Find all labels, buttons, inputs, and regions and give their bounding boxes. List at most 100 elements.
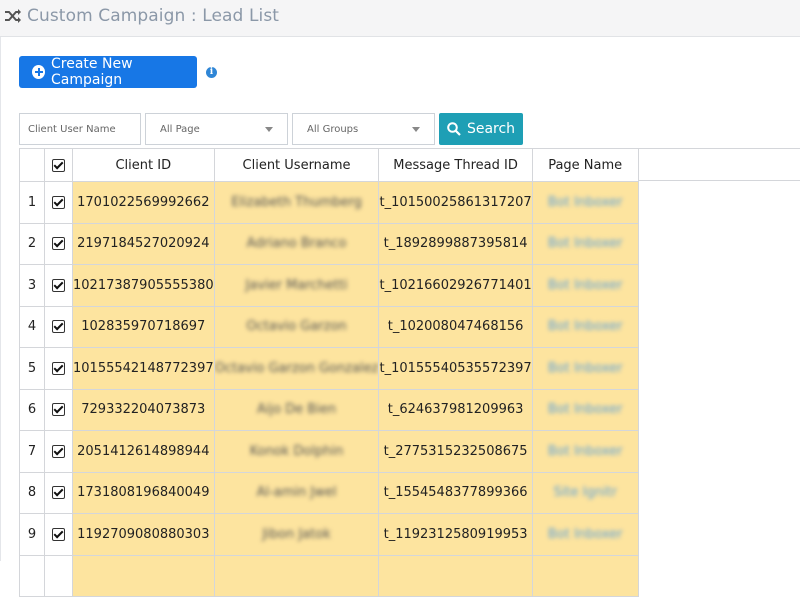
client-username-cell: Octavio Garzon Gonzalez (213, 347, 380, 390)
message-thread-id-header[interactable]: Message Thread ID (378, 148, 533, 182)
checkbox-icon[interactable] (52, 403, 65, 417)
checkbox-icon[interactable] (52, 195, 65, 209)
table-row[interactable]: 9 1192709080880303 Jibon Jatok t_1192312580… (19, 513, 639, 556)
page-name-link[interactable]: Bot Inboxer (548, 527, 623, 542)
create-new-campaign-button[interactable]: Create New Campaign (19, 56, 197, 88)
checkbox-icon[interactable] (52, 320, 65, 334)
client-username-text: Konok Dolphin (249, 443, 344, 459)
page-title: Custom Campaign : Lead List (27, 6, 280, 26)
search-button-label: Search (466, 121, 516, 137)
page-name-link[interactable]: Bot Inboxer (548, 319, 623, 334)
row-checkbox[interactable] (44, 471, 73, 514)
message-thread-id-cell: t_1554548377899366 (378, 471, 533, 514)
page-name-cell[interactable]: Bot Inboxer (531, 430, 639, 473)
message-thread-id-cell: t_2775315232508675 (378, 430, 533, 473)
select-all-checkbox[interactable] (44, 148, 73, 182)
chevron-down-icon (412, 127, 420, 132)
page-name-link[interactable]: Bot Inboxer (548, 444, 623, 459)
info-icon[interactable]: i (206, 67, 217, 78)
page-name-cell (531, 554, 639, 597)
row-number-header (19, 148, 45, 182)
page-name-cell[interactable]: Bot Inboxer (531, 513, 639, 556)
row-number: 7 (19, 430, 45, 473)
client-id-header[interactable]: Client ID (72, 148, 215, 182)
table-row[interactable]: 6 729332204073873 Aijo De Bien t_6246379812… (19, 388, 639, 431)
table-row[interactable] (19, 554, 639, 597)
message-thread-id-cell: t_102008047468156 (378, 305, 533, 348)
message-thread-id-cell: t_10216602926771401 (378, 264, 533, 307)
message-thread-id-cell: t_1892899887395814 (378, 222, 533, 265)
row-number: 8 (19, 471, 45, 514)
table-row[interactable]: 3 10217387905555380 Javier Marchetti t_1021… (19, 264, 639, 307)
client-id-cell: 1731808196840049 (72, 471, 215, 514)
page-name-cell[interactable]: Site Ignitr (531, 471, 639, 514)
client-username-cell: Adriano Branco (213, 222, 380, 265)
row-checkbox[interactable] (44, 347, 73, 390)
page-name-cell[interactable]: Bot Inboxer (531, 347, 639, 390)
page-name-link[interactable]: Bot Inboxer (548, 195, 623, 210)
row-checkbox[interactable] (44, 430, 73, 473)
page-name-link[interactable]: Bot Inboxer (548, 278, 623, 293)
page-name-link[interactable]: Bot Inboxer (548, 236, 623, 251)
table-row[interactable]: 1 1701022569992662 Elizabeth Thumberg t_101… (19, 181, 639, 224)
row-number (19, 554, 45, 597)
client-username-cell: Aijo De Bien (213, 388, 380, 431)
groups-select-value: All Groups (307, 123, 359, 135)
page-name-header[interactable]: Page Name (531, 148, 639, 182)
row-checkbox[interactable] (44, 388, 73, 431)
row-number: 2 (19, 222, 45, 265)
checkbox-icon[interactable] (52, 237, 65, 251)
page-header: Custom Campaign : Lead List (0, 0, 800, 37)
client-id-cell: 10155542148772397 (72, 347, 215, 390)
checkbox-icon[interactable] (52, 278, 65, 292)
page-name-link[interactable]: Site Ignitr (553, 485, 616, 500)
client-username-cell: Al-amin Jwel (213, 471, 380, 514)
page-name-link[interactable]: Bot Inboxer (548, 361, 623, 376)
content-border (0, 37, 1, 561)
table-row[interactable]: 8 1731808196840049 Al-amin Jwel t_155454837… (19, 471, 639, 514)
checkbox-icon[interactable] (52, 361, 65, 375)
search-button[interactable]: Search (439, 113, 523, 145)
row-checkbox[interactable] (44, 222, 73, 265)
client-user-name-placeholder: Client User Name (28, 123, 116, 135)
message-thread-id-cell (378, 554, 533, 597)
page-select[interactable]: All Page (145, 113, 288, 145)
client-username-text: Octavio Garzon Gonzalez (214, 360, 379, 376)
row-checkbox[interactable] (44, 513, 73, 556)
row-checkbox[interactable] (44, 305, 73, 348)
row-number: 6 (19, 388, 45, 431)
client-username-header[interactable]: Client Username (213, 148, 380, 182)
row-number: 4 (19, 305, 45, 348)
checkbox-icon[interactable] (52, 527, 65, 541)
message-thread-id-cell: t_1192312580919953 (378, 513, 533, 556)
page-name-cell[interactable]: Bot Inboxer (531, 222, 639, 265)
client-username-cell: Jibon Jatok (213, 513, 380, 556)
message-thread-id-cell: t_10155540535572397 (378, 347, 533, 390)
create-button-label: Create New Campaign (51, 56, 133, 88)
row-checkbox[interactable] (44, 264, 73, 307)
client-id-cell: 10217387905555380 (72, 264, 215, 307)
table-row[interactable]: 7 2051412614898944 Konok Dolphin t_27753152… (19, 430, 639, 473)
row-checkbox[interactable] (44, 181, 73, 224)
client-user-name-input[interactable]: Client User Name (19, 113, 141, 145)
client-id-cell: 102835970718697 (72, 305, 215, 348)
row-checkbox[interactable] (44, 554, 73, 597)
page-name-cell[interactable]: Bot Inboxer (531, 181, 639, 224)
page-name-cell[interactable]: Bot Inboxer (531, 388, 639, 431)
checkbox-icon[interactable] (52, 158, 65, 172)
checkbox-icon[interactable] (52, 486, 65, 500)
page-name-cell[interactable]: Bot Inboxer (531, 264, 639, 307)
client-username-text: Al-amin Jwel (256, 485, 337, 501)
checkbox-icon[interactable] (52, 444, 65, 458)
table-row[interactable]: 2 2197184527020924 Adriano Branco t_1892899… (19, 222, 639, 265)
groups-select[interactable]: All Groups (292, 113, 435, 145)
page-name-link[interactable]: Bot Inboxer (548, 402, 623, 417)
client-username-text: Elizabeth Thumberg (231, 194, 362, 210)
table-row[interactable]: 5 10155542148772397 Octavio Garzon Gonzale… (19, 347, 639, 390)
client-username-cell: Octavio Garzon (213, 305, 380, 348)
plus-circle-icon (32, 65, 46, 79)
table-row[interactable]: 4 102835970718697 Octavio Garzon t_10200804… (19, 305, 639, 348)
page-name-cell[interactable]: Bot Inboxer (531, 305, 639, 348)
client-username-text: Octavio Garzon (246, 319, 347, 335)
shuffle-icon (5, 9, 21, 23)
